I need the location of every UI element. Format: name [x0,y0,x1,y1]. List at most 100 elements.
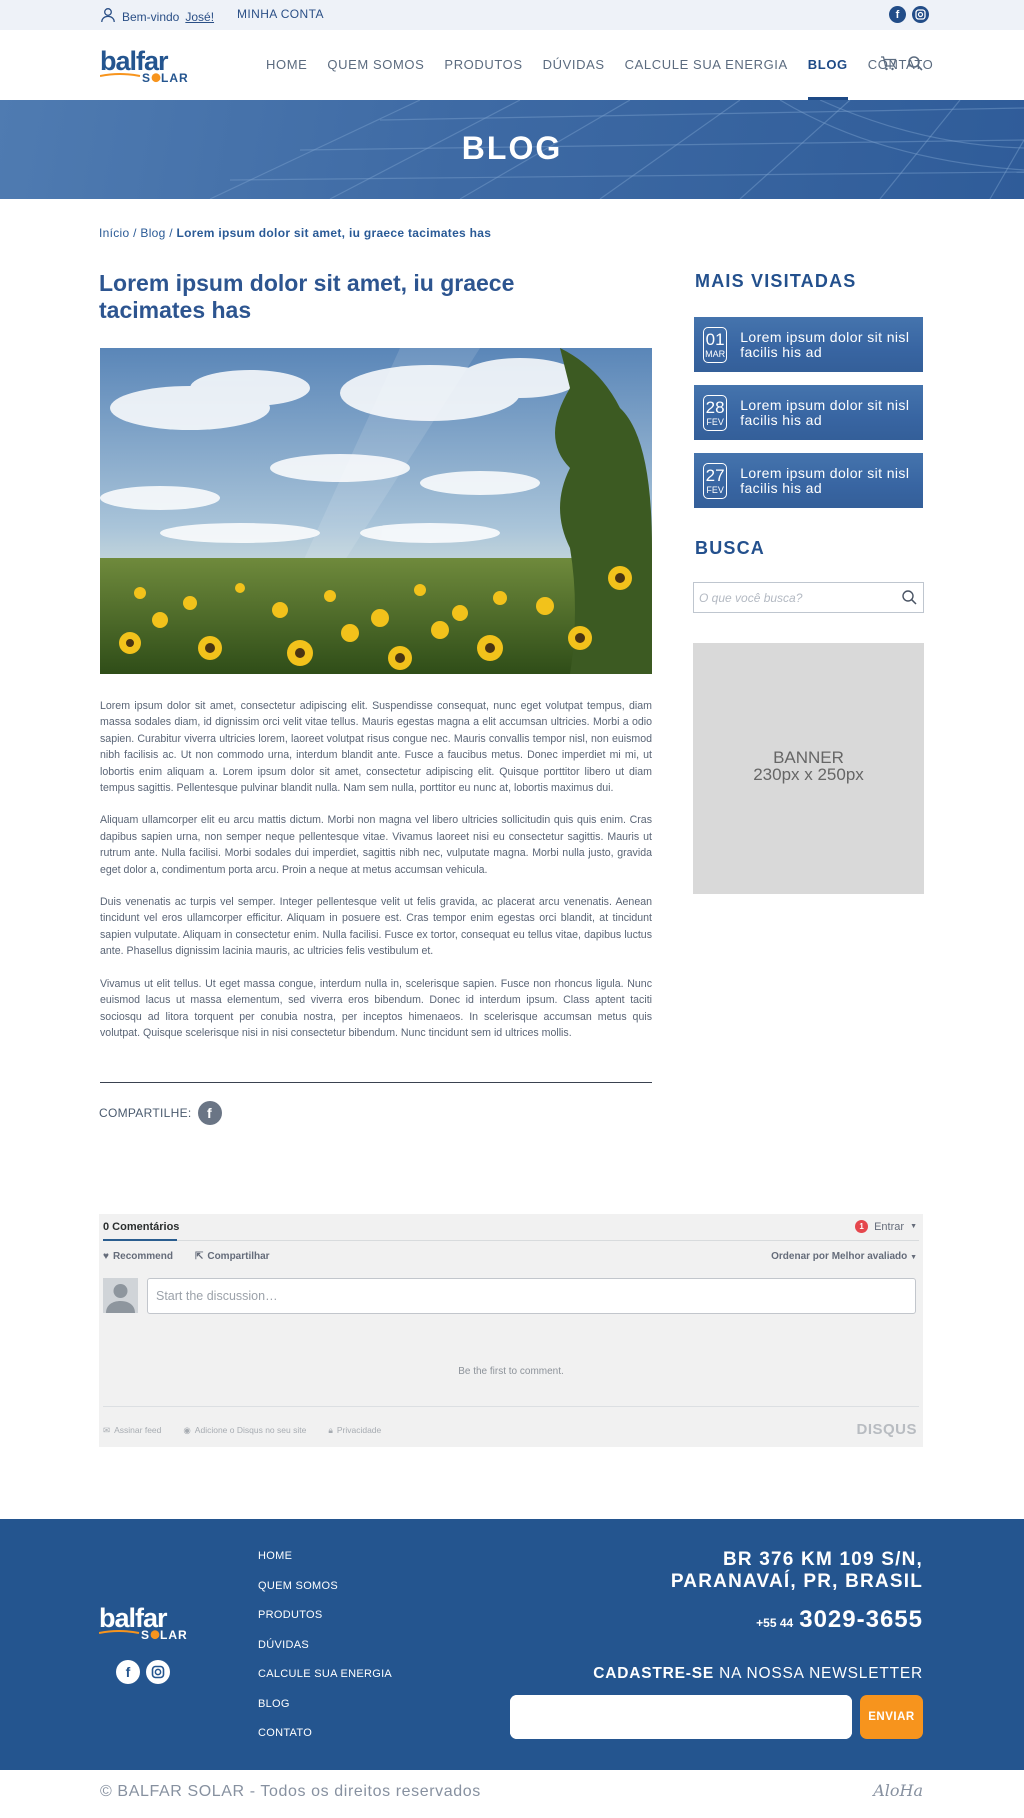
balfar-solar-logo[interactable]: balfar S LAR [99,46,204,85]
phone-prefix: +55 44 [756,1616,794,1630]
welcome-prefix: Bem-vindo [122,9,180,24]
address-line-1: BR 376 KM 109 S/N, [722,1549,923,1570]
comments-footer-divider [103,1406,919,1407]
footer-link-home[interactable]: HOME [258,1549,392,1579]
comments-count-tab[interactable]: 0 Comentários [103,1221,179,1233]
nav-blog[interactable]: BLOG [798,30,858,100]
main-header: balfar S LAR HOME QUEM SOMOS PRODUTOS DÚ… [0,30,1024,100]
share-button[interactable]: ⇱ Compartilhar [195,1251,270,1262]
most-visited-post[interactable]: 28 FEV Lorem ipsum dolor sit nisl facili… [694,385,923,440]
newsletter-send-button[interactable]: ENVIAR [860,1695,923,1739]
svg-text:S: S [142,71,151,84]
nav-calcule-sua-energia[interactable]: CALCULE SUA ENERGIA [615,30,798,100]
newsletter-email-input[interactable] [510,1695,852,1739]
nav-quem-somos[interactable]: QUEM SOMOS [317,30,434,100]
post-title: Lorem ipsum dolor sit nisl facilis his a… [740,464,910,496]
address-line-2: PARANAVAÍ, PR, BRASIL [670,1571,923,1592]
breadcrumb: Início / Blog / Lorem ipsum dolor sit am… [99,226,491,240]
breadcrumb-home[interactable]: Início [99,226,129,240]
cart-icon[interactable] [880,55,897,77]
welcome-user-name[interactable]: José! [185,10,214,24]
phone-number: 3029-3655 [799,1606,923,1633]
svg-text:balfar: balfar [99,1605,168,1633]
instagram-icon[interactable] [146,1660,170,1684]
chevron-down-icon: ▼ [910,1254,917,1261]
footer-link-contato[interactable]: CONTATO [258,1726,392,1756]
comments-tab-indicator [103,1239,177,1241]
footer-link-duvidas[interactable]: DÚVIDAS [258,1638,392,1668]
add-disqus-link[interactable]: ◉ Adicione o Disqus no seu site [183,1425,306,1436]
search-input[interactable] [699,589,889,607]
post-day: 01 [705,329,725,349]
disqus-d-icon: ◉ [183,1425,191,1435]
post-month: FEV [706,484,724,495]
comment-input[interactable] [148,1279,915,1313]
empty-comments-message: Be the first to comment. [458,1366,564,1377]
article-image-sunflower-field [100,348,652,674]
subscribe-feed-link[interactable]: ✉ Assinar feed [103,1425,161,1436]
post-date: 28 FEV [703,394,728,431]
post-date: 01 MAR [703,326,728,363]
topbar-socials: f [889,6,929,23]
nav-home[interactable]: HOME [256,30,317,100]
post-title: Lorem ipsum dolor sit nisl facilis his a… [740,328,910,360]
svg-text:S: S [141,1628,150,1641]
post-day: 27 [705,465,725,485]
most-visited-post[interactable]: 01 MAR Lorem ipsum dolor sit nisl facili… [694,317,923,372]
article-paragraph: Duis venenatis ac turpis vel semper. Int… [100,896,652,958]
lock-icon: 🔒︎ [328,1425,333,1435]
newsletter-heading: CADASTRE-SE NA NOSSA NEWSLETTER [593,1665,923,1683]
footer-logo[interactable]: balfar S LAR [98,1603,203,1646]
search-heading: BUSCA [695,538,766,558]
ad-banner-placeholder[interactable]: BANNER 230px x 250px [693,643,924,894]
recommend-label: Recommend [112,1251,173,1262]
most-visited-post[interactable]: 27 FEV Lorem ipsum dolor sit nisl facili… [694,453,923,508]
footer-socials: f [116,1660,170,1684]
post-title: Lorem ipsum dolor sit nisl facilis his a… [740,396,910,428]
footer-link-produtos[interactable]: PRODUTOS [258,1608,392,1638]
chevron-down-icon: ▼ [910,1223,917,1230]
breadcrumb-separator: / [129,226,141,240]
sort-dropdown[interactable]: Ordenar por Melhor avaliado ▼ [771,1251,917,1262]
instagram-icon[interactable] [912,6,929,23]
login-menu[interactable]: 1 Entrar ▼ [855,1220,917,1233]
copyright-text: © BALFAR SOLAR - Todos os direitos reser… [100,1783,481,1800]
svg-text:LAR: LAR [160,1628,188,1641]
share-arrow-icon: ⇱ [194,1251,204,1262]
avatar [103,1278,138,1313]
facebook-icon[interactable]: f [116,1660,140,1684]
facebook-icon[interactable]: f [889,6,906,23]
recommend-button[interactable]: ♥ Recommend [103,1251,173,1262]
privacy-link[interactable]: 🔒︎ Privacidade [328,1425,381,1436]
sort-label: Ordenar por Melhor avaliado [771,1251,908,1262]
footer-phone: +55 44 3029-3655 [756,1606,923,1634]
my-account-link[interactable]: MINHA CONTA [237,7,324,21]
footer-link-blog[interactable]: BLOG [258,1697,392,1727]
article-paragraph: Vivamus ut elit tellus. Ut eget massa co… [100,977,652,1039]
search-icon[interactable] [901,589,918,611]
search-icon[interactable] [907,55,924,77]
nav-duvidas[interactable]: DÚVIDAS [533,30,615,100]
agency-signature[interactable]: AloHa [873,1781,923,1800]
breadcrumb-current: Lorem ipsum dolor sit amet, iu graece ta… [176,226,492,240]
comment-input-box [147,1278,916,1314]
footer-link-calcule[interactable]: CALCULE SUA ENERGIA [258,1667,392,1697]
user-icon [100,7,116,26]
facebook-share-icon[interactable]: f [197,1101,222,1125]
breadcrumb-blog[interactable]: Blog [140,226,165,240]
comments-tab-line [103,1240,919,1241]
nav-produtos[interactable]: PRODUTOS [434,30,532,100]
breadcrumb-separator: / [165,226,177,240]
privacy-label: Privacidade [336,1425,382,1435]
footer-link-quem-somos[interactable]: QUEM SOMOS [258,1579,392,1609]
footer-nav: HOME QUEM SOMOS PRODUTOS DÚVIDAS CALCULE… [258,1549,392,1756]
disqus-logo[interactable]: DISQUS [856,1421,917,1438]
page-hero: BLOG [0,100,1024,199]
article-paragraph: Aliquam ullamcorper elit eu arcu mattis … [100,814,652,876]
heart-icon: ♥ [103,1251,109,1262]
article-body: Lorem ipsum dolor sit amet, consectetur … [100,698,652,1057]
welcome-message[interactable]: Bem-vindo José! [100,7,214,26]
subscribe-label: Assinar feed [114,1425,162,1435]
banner-label: BANNER [773,748,844,767]
main-nav: HOME QUEM SOMOS PRODUTOS DÚVIDAS CALCULE… [256,30,943,100]
